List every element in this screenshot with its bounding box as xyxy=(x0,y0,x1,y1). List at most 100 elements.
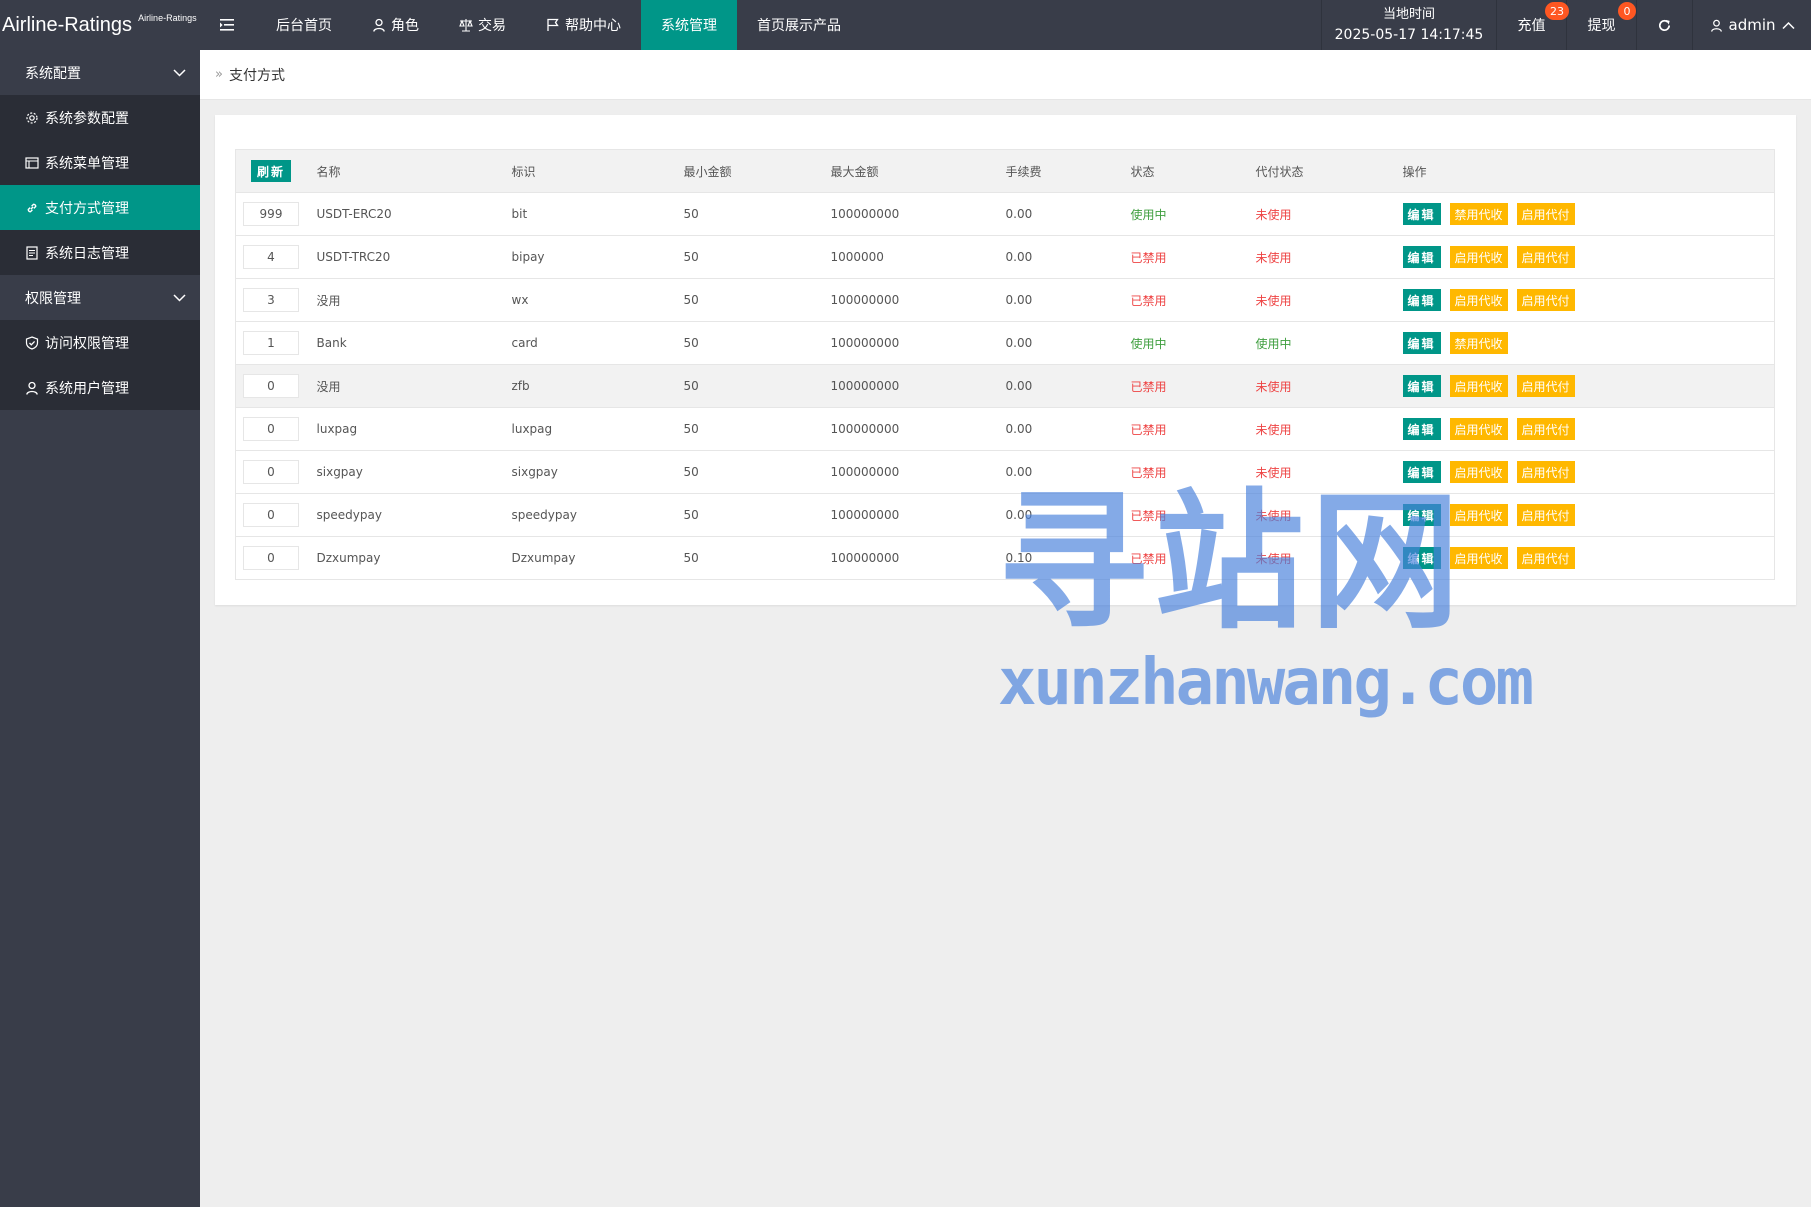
sort-cell xyxy=(235,450,317,494)
toggle-collect-button[interactable]: 启用代收 xyxy=(1449,547,1508,569)
sidebar-group-permissions[interactable]: 权限管理 xyxy=(0,275,200,320)
refresh-page-button[interactable] xyxy=(1637,0,1693,50)
nav-products-label: 首页展示产品 xyxy=(757,18,841,34)
sort-order-input[interactable] xyxy=(243,374,299,398)
edit-button[interactable]: 编辑 xyxy=(1402,375,1441,397)
table-row: DzxumpayDzxumpay501000000000.10已禁用未使用编辑启… xyxy=(235,536,1775,580)
toggle-collect-button[interactable]: 启用代收 xyxy=(1449,504,1508,526)
toggle-collect-button[interactable]: 禁用代收 xyxy=(1449,332,1508,354)
sort-order-input[interactable] xyxy=(243,546,299,570)
sidebar-group-system-config[interactable]: 系统配置 xyxy=(0,50,200,95)
name-cell: Dzxumpay xyxy=(316,536,512,580)
sidebar-toggle-button[interactable] xyxy=(200,0,256,50)
payout-cell: 未使用 xyxy=(1255,278,1403,322)
nav-home[interactable]: 后台首页 xyxy=(256,0,352,50)
actions-cell: 编辑 禁用代收 启用代付 xyxy=(1402,192,1775,236)
payout-cell: 未使用 xyxy=(1255,192,1403,236)
brand-logo[interactable]: Airline-Ratings Airline-Ratings xyxy=(0,0,200,50)
row-actions: 编辑 启用代收 启用代付 xyxy=(1402,461,1775,483)
sidebar-item-access[interactable]: 访问权限管理 xyxy=(0,320,200,365)
payout-cell: 使用中 xyxy=(1255,321,1403,365)
scale-icon xyxy=(459,19,473,32)
toggle-collect-button[interactable]: 启用代收 xyxy=(1449,246,1508,268)
watermark-url: xunzhanwang.com xyxy=(998,646,1534,720)
code-cell: zfb xyxy=(511,364,684,408)
table-row: USDT-TRC20bipay5010000000.00已禁用未使用编辑启用代收… xyxy=(235,235,1775,279)
actions-cell: 编辑 启用代收 启用代付 xyxy=(1402,536,1775,580)
nav-system[interactable]: 系统管理 xyxy=(641,0,737,50)
status-cell: 已禁用 xyxy=(1130,235,1256,279)
sort-order-input[interactable] xyxy=(243,331,299,355)
name-cell: 没用 xyxy=(316,278,512,322)
fee-cell: 0.00 xyxy=(1005,321,1131,365)
max-cell: 100000000 xyxy=(830,450,1006,494)
fee-cell: 0.00 xyxy=(1005,407,1131,451)
toggle-payout-button[interactable]: 启用代付 xyxy=(1516,203,1575,225)
toggle-payout-button[interactable]: 启用代付 xyxy=(1516,461,1575,483)
user-menu[interactable]: admin xyxy=(1693,0,1811,50)
toggle-collect-button[interactable]: 启用代收 xyxy=(1449,289,1508,311)
sort-order-input[interactable] xyxy=(243,503,299,527)
toggle-collect-button[interactable]: 启用代收 xyxy=(1449,461,1508,483)
sidebar-item-users[interactable]: 系统用户管理 xyxy=(0,365,200,410)
sidebar-item-logs[interactable]: 系统日志管理 xyxy=(0,230,200,275)
nav-role[interactable]: 角色 xyxy=(352,0,439,50)
edit-button[interactable]: 编辑 xyxy=(1402,289,1441,311)
sidebar-item-label: 访问权限管理 xyxy=(45,335,129,352)
nav-products[interactable]: 首页展示产品 xyxy=(737,0,861,50)
edit-button[interactable]: 编辑 xyxy=(1402,246,1441,268)
withdraw-button[interactable]: 提现 0 xyxy=(1567,0,1637,50)
min-cell: 50 xyxy=(683,321,831,365)
sidebar-item-label: 系统用户管理 xyxy=(45,380,129,397)
nav-trade[interactable]: 交易 xyxy=(439,0,526,50)
payout-cell: 未使用 xyxy=(1255,536,1403,580)
toggle-payout-button[interactable]: 启用代付 xyxy=(1516,246,1575,268)
refresh-button[interactable]: 刷新 xyxy=(251,160,292,182)
toggle-collect-button[interactable]: 启用代收 xyxy=(1449,375,1508,397)
row-actions: 编辑 禁用代收 xyxy=(1402,332,1775,354)
edit-button[interactable]: 编辑 xyxy=(1402,332,1441,354)
sidebar-item-payment[interactable]: 支付方式管理 xyxy=(0,185,200,230)
user-icon xyxy=(1710,19,1722,32)
fee-cell: 0.00 xyxy=(1005,235,1131,279)
name-cell: 没用 xyxy=(316,364,512,408)
table-row: luxpagluxpag501000000000.00已禁用未使用编辑启用代收启… xyxy=(235,407,1775,451)
recharge-button[interactable]: 充值 23 xyxy=(1497,0,1569,50)
edit-button[interactable]: 编辑 xyxy=(1402,418,1441,440)
sort-order-input[interactable] xyxy=(243,245,299,269)
edit-button[interactable]: 编辑 xyxy=(1402,461,1441,483)
sidebar-group-label: 系统配置 xyxy=(25,65,81,82)
toggle-payout-button[interactable]: 启用代付 xyxy=(1516,289,1575,311)
toggle-collect-button[interactable]: 启用代收 xyxy=(1449,418,1508,440)
code-cell: bit xyxy=(511,192,684,236)
toggle-payout-button[interactable]: 启用代付 xyxy=(1516,418,1575,440)
nav-help[interactable]: 帮助中心 xyxy=(526,0,641,50)
payment-methods-card: 刷新 名称 标识 最小金额 最大金额 手续费 状态 代付状态 操作 USDT-E… xyxy=(215,115,1796,605)
toggle-payout-button[interactable]: 启用代付 xyxy=(1516,547,1575,569)
max-cell: 100000000 xyxy=(830,407,1006,451)
toggle-payout-button[interactable]: 启用代付 xyxy=(1516,504,1575,526)
link-icon xyxy=(27,203,37,212)
toggle-collect-button[interactable]: 禁用代收 xyxy=(1449,203,1508,225)
actions-cell: 编辑 启用代收 启用代付 xyxy=(1402,278,1775,322)
sort-order-input[interactable] xyxy=(243,460,299,484)
edit-button[interactable]: 编辑 xyxy=(1402,203,1441,225)
edit-button[interactable]: 编辑 xyxy=(1402,504,1441,526)
sidebar-item-label: 支付方式管理 xyxy=(45,200,129,217)
toggle-payout-button[interactable]: 启用代付 xyxy=(1516,375,1575,397)
col-code: 标识 xyxy=(511,149,684,193)
sidebar-item-menu[interactable]: 系统菜单管理 xyxy=(0,140,200,185)
log-icon xyxy=(26,245,38,260)
row-actions: 编辑 启用代收 启用代付 xyxy=(1402,289,1775,311)
sort-order-input[interactable] xyxy=(243,202,299,226)
sort-cell xyxy=(235,493,317,537)
code-cell: Dzxumpay xyxy=(511,536,684,580)
col-actions: 操作 xyxy=(1402,149,1775,193)
sidebar-item-params[interactable]: 系统参数配置 xyxy=(0,95,200,140)
min-cell: 50 xyxy=(683,493,831,537)
sort-order-input[interactable] xyxy=(243,288,299,312)
status-cell: 已禁用 xyxy=(1130,364,1256,408)
sort-cell xyxy=(235,321,317,365)
sort-order-input[interactable] xyxy=(243,417,299,441)
edit-button[interactable]: 编辑 xyxy=(1402,547,1441,569)
